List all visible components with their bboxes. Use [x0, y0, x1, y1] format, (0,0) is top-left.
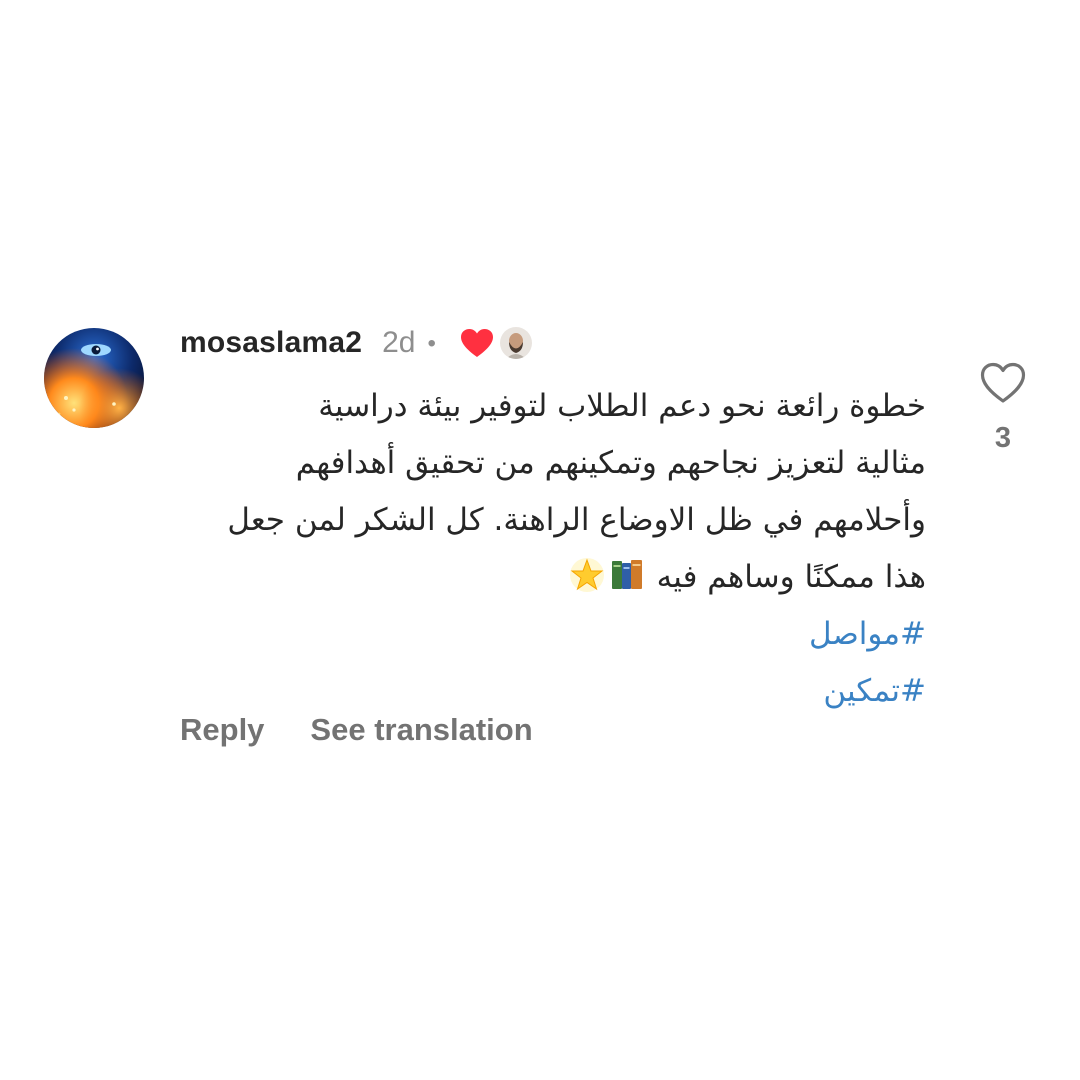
- username[interactable]: mosaslama2: [180, 326, 362, 360]
- see-translation-button[interactable]: See translation: [310, 712, 532, 748]
- comment-line: مثالية لتعزيز نجاحهم وتمكينهم من تحقيق أ…: [295, 445, 926, 481]
- comment-line: هذا ممكنًا وساهم فيه: [656, 559, 926, 595]
- separator-dot: •: [427, 330, 436, 357]
- timestamp: 2d: [382, 326, 416, 359]
- comment-line-last: هذا ممكنًا وساهم فيه: [180, 549, 926, 606]
- comment-line: خطوة رائعة نحو دعم الطلاب لتوفير بيئة در…: [318, 388, 926, 424]
- comment-actions: Reply See translation: [180, 712, 533, 748]
- comment-item: mosaslama2 2d • خطوة رائعة نحو دعم الطلا…: [0, 0, 1080, 1080]
- like-column: 3: [978, 362, 1028, 455]
- comment-line: وأحلامهم في ظل الاوضاع الراهنة. كل الشكر…: [227, 502, 926, 538]
- heart-outline-icon[interactable]: [980, 362, 1026, 404]
- comment-text: خطوة رائعة نحو دعم الطلاب لتوفير بيئة در…: [180, 378, 926, 720]
- commenter-avatar[interactable]: [44, 328, 144, 428]
- heart-filled-icon: [460, 328, 494, 358]
- books-emoji: [609, 555, 645, 591]
- author-avatar: [497, 325, 534, 361]
- comment-header: mosaslama2 2d •: [180, 320, 534, 366]
- hashtag-link[interactable]: #مواصل: [180, 606, 926, 663]
- like-count: 3: [994, 422, 1012, 454]
- glowing-star-emoji: [569, 555, 605, 592]
- reply-button[interactable]: Reply: [180, 712, 264, 748]
